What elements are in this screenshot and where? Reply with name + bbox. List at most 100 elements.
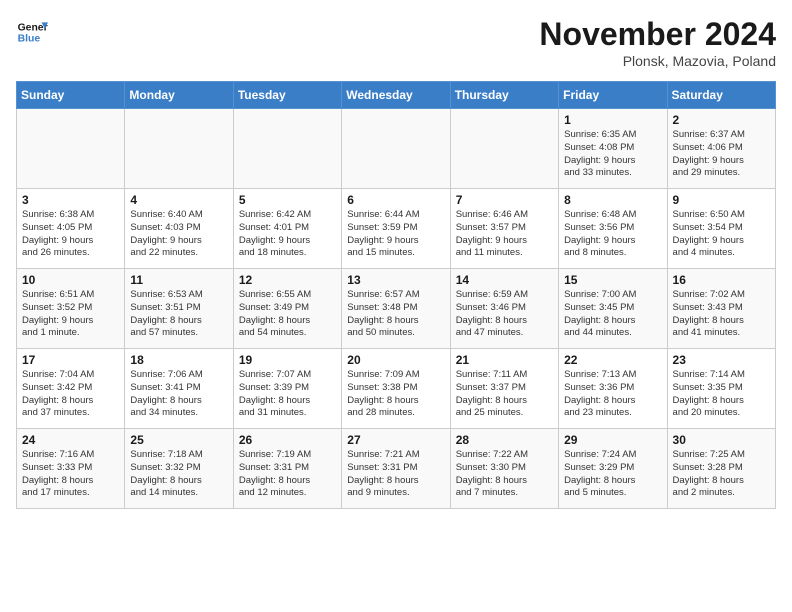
- day-of-week-header: Monday: [125, 82, 233, 109]
- day-detail: Sunrise: 6:59 AMSunset: 3:46 PMDaylight:…: [456, 289, 553, 340]
- day-detail: Sunrise: 6:50 AMSunset: 3:54 PMDaylight:…: [673, 209, 770, 260]
- calendar-day-cell: 21 Sunrise: 7:11 AMSunset: 3:37 PMDayligh…: [450, 349, 558, 429]
- day-number: 23: [673, 353, 770, 367]
- calendar-day-cell: 8Sunrise: 6:48 AMSunset: 3:56 PMDaylight…: [559, 189, 667, 269]
- calendar-day-cell: 4 Sunrise: 6:40 AMSunset: 4:03 PMDaylight…: [125, 189, 233, 269]
- day-detail: Sunrise: 6:40 AMSunset: 4:03 PMDaylight:…: [130, 209, 227, 260]
- calendar-day-cell: 18Sunrise: 7:06 AMSunset: 3:41 PMDayligh…: [125, 349, 233, 429]
- day-number: 7: [456, 193, 553, 207]
- day-detail: Sunrise: 7:14 AMSunset: 3:35 PMDaylight:…: [673, 369, 770, 420]
- calendar-day-cell: 16 Sunrise: 7:02 AMSunset: 3:43 PMDayligh…: [667, 269, 775, 349]
- day-detail: Sunrise: 7:04 AMSunset: 3:42 PMDaylight:…: [22, 369, 119, 420]
- day-of-week-header: Friday: [559, 82, 667, 109]
- day-number: 22: [564, 353, 661, 367]
- calendar-day-cell: 15 Sunrise: 7:00 AMSunset: 3:45 PMDayligh…: [559, 269, 667, 349]
- calendar-day-cell: 30Sunrise: 7:25 AMSunset: 3:28 PMDayligh…: [667, 429, 775, 509]
- day-number: 19: [239, 353, 336, 367]
- calendar-day-cell: [125, 109, 233, 189]
- calendar-day-cell: 1 Sunrise: 6:35 AMSunset: 4:08 PMDaylight…: [559, 109, 667, 189]
- day-number: 11: [130, 273, 227, 287]
- calendar-day-cell: 23 Sunrise: 7:14 AMSunset: 3:35 PMDayligh…: [667, 349, 775, 429]
- calendar-day-cell: [342, 109, 450, 189]
- calendar-day-cell: 10 Sunrise: 6:51 AMSunset: 3:52 PMDayligh…: [17, 269, 125, 349]
- day-detail: Sunrise: 6:53 AMSunset: 3:51 PMDaylight:…: [130, 289, 227, 340]
- day-detail: Sunrise: 7:07 AMSunset: 3:39 PMDaylight:…: [239, 369, 336, 420]
- logo: General Blue: [16, 16, 48, 48]
- day-number: 2: [673, 113, 770, 127]
- day-of-week-header: Wednesday: [342, 82, 450, 109]
- calendar-day-cell: 20Sunrise: 7:09 AMSunset: 3:38 PMDayligh…: [342, 349, 450, 429]
- calendar-day-cell: 19 Sunrise: 7:07 AMSunset: 3:39 PMDayligh…: [233, 349, 341, 429]
- day-number: 30: [673, 433, 770, 447]
- day-number: 27: [347, 433, 444, 447]
- day-number: 3: [22, 193, 119, 207]
- title-block: November 2024 Plonsk, Mazovia, Poland: [539, 16, 776, 69]
- day-number: 28: [456, 433, 553, 447]
- day-of-week-header: Tuesday: [233, 82, 341, 109]
- calendar-day-cell: 7 Sunrise: 6:46 AMSunset: 3:57 PMDaylight…: [450, 189, 558, 269]
- day-number: 17: [22, 353, 119, 367]
- calendar-header-row: SundayMondayTuesdayWednesdayThursdayFrid…: [17, 82, 776, 109]
- calendar-week-row: 17 Sunrise: 7:04 AMSunset: 3:42 PMDayligh…: [17, 349, 776, 429]
- day-detail: Sunrise: 6:57 AMSunset: 3:48 PMDaylight:…: [347, 289, 444, 340]
- location: Plonsk, Mazovia, Poland: [539, 53, 776, 69]
- day-detail: Sunrise: 6:38 AMSunset: 4:05 PMDaylight:…: [22, 209, 119, 260]
- day-detail: Sunrise: 7:22 AMSunset: 3:30 PMDaylight:…: [456, 449, 553, 500]
- calendar-week-row: 24 Sunrise: 7:16 AMSunset: 3:33 PMDayligh…: [17, 429, 776, 509]
- day-detail: Sunrise: 6:37 AMSunset: 4:06 PMDaylight:…: [673, 129, 770, 180]
- day-number: 1: [564, 113, 661, 127]
- day-detail: Sunrise: 6:46 AMSunset: 3:57 PMDaylight:…: [456, 209, 553, 260]
- day-of-week-header: Saturday: [667, 82, 775, 109]
- day-number: 26: [239, 433, 336, 447]
- calendar-table: SundayMondayTuesdayWednesdayThursdayFrid…: [16, 81, 776, 509]
- day-number: 14: [456, 273, 553, 287]
- day-number: 6: [347, 193, 444, 207]
- day-number: 4: [130, 193, 227, 207]
- day-detail: Sunrise: 7:19 AMSunset: 3:31 PMDaylight:…: [239, 449, 336, 500]
- day-detail: Sunrise: 7:16 AMSunset: 3:33 PMDaylight:…: [22, 449, 119, 500]
- day-detail: Sunrise: 7:24 AMSunset: 3:29 PMDaylight:…: [564, 449, 661, 500]
- calendar-week-row: 1 Sunrise: 6:35 AMSunset: 4:08 PMDaylight…: [17, 109, 776, 189]
- day-number: 16: [673, 273, 770, 287]
- day-number: 15: [564, 273, 661, 287]
- calendar-day-cell: 14 Sunrise: 6:59 AMSunset: 3:46 PMDayligh…: [450, 269, 558, 349]
- day-number: 24: [22, 433, 119, 447]
- day-detail: Sunrise: 7:21 AMSunset: 3:31 PMDaylight:…: [347, 449, 444, 500]
- calendar-day-cell: [450, 109, 558, 189]
- day-detail: Sunrise: 6:35 AMSunset: 4:08 PMDaylight:…: [564, 129, 661, 180]
- calendar-day-cell: 5 Sunrise: 6:42 AMSunset: 4:01 PMDaylight…: [233, 189, 341, 269]
- day-detail: Sunrise: 7:18 AMSunset: 3:32 PMDaylight:…: [130, 449, 227, 500]
- day-number: 8: [564, 193, 661, 207]
- day-detail: Sunrise: 7:13 AMSunset: 3:36 PMDaylight:…: [564, 369, 661, 420]
- day-detail: Sunrise: 6:44 AMSunset: 3:59 PMDaylight:…: [347, 209, 444, 260]
- calendar-day-cell: [233, 109, 341, 189]
- calendar-day-cell: 22 Sunrise: 7:13 AMSunset: 3:36 PMDayligh…: [559, 349, 667, 429]
- svg-text:Blue: Blue: [18, 34, 41, 45]
- day-detail: Sunrise: 7:09 AMSunset: 3:38 PMDaylight:…: [347, 369, 444, 420]
- calendar-week-row: 10 Sunrise: 6:51 AMSunset: 3:52 PMDayligh…: [17, 269, 776, 349]
- calendar-day-cell: [17, 109, 125, 189]
- calendar-day-cell: 2 Sunrise: 6:37 AMSunset: 4:06 PMDaylight…: [667, 109, 775, 189]
- calendar-week-row: 3 Sunrise: 6:38 AMSunset: 4:05 PMDaylight…: [17, 189, 776, 269]
- day-number: 10: [22, 273, 119, 287]
- calendar-day-cell: 29Sunrise: 7:24 AMSunset: 3:29 PMDayligh…: [559, 429, 667, 509]
- day-of-week-header: Sunday: [17, 82, 125, 109]
- calendar-day-cell: 11 Sunrise: 6:53 AMSunset: 3:51 PMDayligh…: [125, 269, 233, 349]
- day-detail: Sunrise: 6:51 AMSunset: 3:52 PMDaylight:…: [22, 289, 119, 340]
- day-number: 12: [239, 273, 336, 287]
- calendar-day-cell: 25Sunrise: 7:18 AMSunset: 3:32 PMDayligh…: [125, 429, 233, 509]
- day-number: 5: [239, 193, 336, 207]
- day-of-week-header: Thursday: [450, 82, 558, 109]
- calendar-day-cell: 26 Sunrise: 7:19 AMSunset: 3:31 PMDayligh…: [233, 429, 341, 509]
- month-title: November 2024: [539, 16, 776, 53]
- day-detail: Sunrise: 6:42 AMSunset: 4:01 PMDaylight:…: [239, 209, 336, 260]
- day-number: 21: [456, 353, 553, 367]
- day-detail: Sunrise: 6:55 AMSunset: 3:49 PMDaylight:…: [239, 289, 336, 340]
- day-detail: Sunrise: 7:00 AMSunset: 3:45 PMDaylight:…: [564, 289, 661, 340]
- day-detail: Sunrise: 7:02 AMSunset: 3:43 PMDaylight:…: [673, 289, 770, 340]
- calendar-body: 1 Sunrise: 6:35 AMSunset: 4:08 PMDaylight…: [17, 109, 776, 509]
- day-detail: Sunrise: 7:11 AMSunset: 3:37 PMDaylight:…: [456, 369, 553, 420]
- calendar-day-cell: 13Sunrise: 6:57 AMSunset: 3:48 PMDayligh…: [342, 269, 450, 349]
- logo-icon: General Blue: [16, 16, 48, 48]
- day-number: 18: [130, 353, 227, 367]
